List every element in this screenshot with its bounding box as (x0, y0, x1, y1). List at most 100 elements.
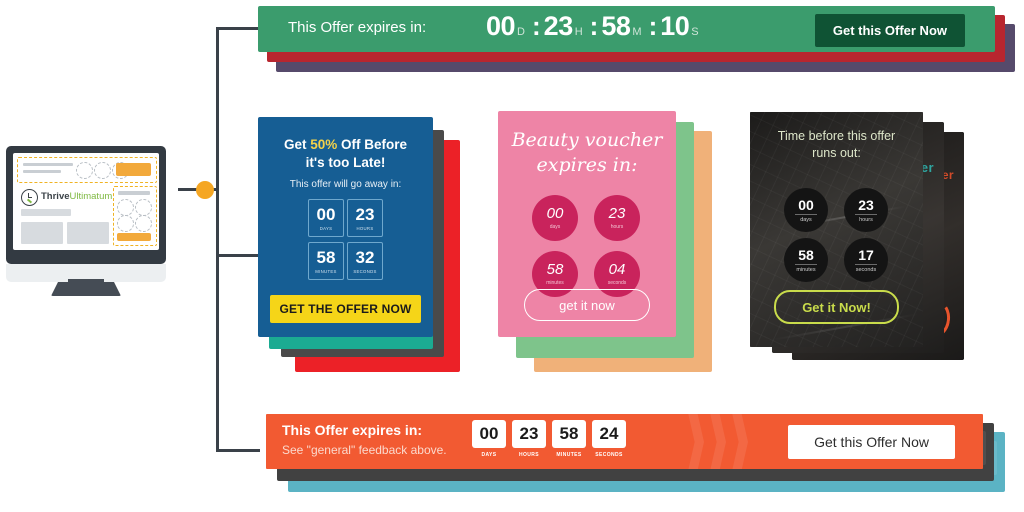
bottom-bar-label: This Offer expires in: (282, 422, 423, 438)
top-bar-notification[interactable]: This Offer expires in: 00 D : 23 H : 58 … (258, 6, 995, 52)
brand-label: ThriveUltimatum (41, 191, 112, 202)
headline-highlight: 50% (310, 137, 338, 152)
dark-card-timer: 00 days 23 hours 58 minutes 17 seconds (784, 188, 888, 282)
timer-value-days: 00 (798, 196, 814, 213)
timer-value-hours: 23 (355, 204, 375, 224)
skeleton-line (23, 170, 61, 173)
timer-value-hours: 23 (858, 196, 874, 213)
timer-cell-seconds: 24 SECONDS (592, 420, 626, 458)
timer-unit-hours: H (574, 26, 583, 38)
timer-unit-seconds: SECONDS (595, 452, 623, 458)
timer-separator: : (532, 11, 541, 41)
headline-line2: expires in: (536, 153, 638, 176)
timer-cell-days: 00 DAYS (308, 199, 344, 237)
timer-value-hours: 23 (512, 420, 546, 448)
headline-line2: it's too Late! (305, 155, 386, 171)
timer-cell-days: 00 days (532, 195, 578, 241)
blue-card-cta-button[interactable]: GET THE OFFER NOW (270, 295, 421, 323)
timer-cell-hours: 23 hours (594, 195, 640, 241)
timer-value-days: 00 (546, 205, 564, 222)
timer-unit-days: days (549, 224, 561, 230)
timer-cell-hours: 23 HOURS (512, 420, 546, 458)
timer-unit-hours: HOURS (356, 225, 374, 231)
monitor-illustration: ThriveUltimatum (6, 146, 166, 296)
timer-separator: : (648, 11, 658, 41)
timer-cell-minutes: 58 MINUTES (308, 242, 344, 280)
timer-value-days: 00 (472, 420, 506, 448)
skeleton-circle (135, 199, 152, 216)
brand-name: Thrive (41, 191, 70, 202)
timer-value-minutes: 58 (798, 246, 814, 263)
timer-unit-days: D (517, 26, 525, 38)
timer-unit-days: days (800, 216, 812, 223)
dark-card-cta-button[interactable]: Get it Now! (774, 290, 899, 324)
blue-card-headline: Get 50% Off Before it's too Late! (258, 136, 433, 172)
skeleton-button (117, 233, 151, 241)
timer-unit-minutes: M (632, 26, 642, 38)
chevron-right-icon (708, 414, 726, 469)
chevron-right-icon (730, 414, 748, 469)
timer-unit-hours: hours (859, 216, 873, 223)
top-bar-cta-button[interactable]: Get this Offer Now (814, 14, 965, 47)
skeleton-line (23, 163, 73, 166)
timer-cell-hours: 23 hours (844, 188, 888, 232)
timer-unit-seconds: seconds (607, 280, 627, 286)
timer-unit-days: DAYS (481, 452, 497, 458)
timer-separator: : (589, 11, 599, 41)
headline-line1: Time before this offer (777, 129, 896, 143)
blue-popup-card[interactable]: Get 50% Off Before it's too Late! This o… (258, 117, 433, 337)
pink-card-cta-button[interactable]: get it now (524, 289, 650, 321)
timer-value-minutes: 58 (546, 261, 564, 278)
timer-value-minutes: 58 (601, 11, 631, 41)
bracket-branch-top (216, 27, 260, 30)
hub-dot-icon (196, 181, 214, 199)
pink-popup-card[interactable]: Beauty voucher expires in: 00 days 23 ho… (498, 111, 676, 337)
monitor-screen: ThriveUltimatum (13, 153, 159, 250)
timer-unit-minutes: minutes (546, 280, 564, 286)
timer-unit-minutes: MINUTES (315, 268, 337, 274)
skeleton-block (67, 222, 109, 244)
divider (795, 263, 817, 265)
timer-value-days: 00 (486, 11, 516, 41)
timer-cell-days: 00 DAYS (472, 420, 506, 458)
timer-unit-hours: hours (610, 224, 624, 230)
diagram-canvas: ThriveUltimatum This Offer expires in: 0… (0, 0, 1024, 512)
timer-value-minutes: 58 (316, 247, 336, 267)
timer-unit-seconds: seconds (855, 266, 877, 273)
brand-suffix: Ultimatum (69, 191, 113, 202)
skeleton-button (116, 163, 151, 176)
timer-unit-seconds: S (691, 26, 699, 38)
timer-cell-minutes: 58 MINUTES (552, 420, 586, 458)
timer-unit-days: DAYS (319, 225, 333, 231)
divider (795, 213, 817, 215)
skeleton-block (21, 209, 71, 216)
bottom-bar-subtitle: See "general" feedback above. (282, 443, 447, 457)
timer-unit-hours: HOURS (518, 452, 540, 458)
dark-card-headline: Time before this offer runs out: (756, 128, 917, 162)
bottom-bar-timer: 00 DAYS 23 HOURS 58 MINUTES 24 SECONDS (472, 420, 626, 458)
bracket-branch-middle (216, 254, 260, 257)
chevron-right-icon (686, 414, 704, 469)
skeleton-block (21, 222, 63, 244)
skeleton-circle (117, 215, 134, 232)
skeleton-circle (94, 162, 111, 179)
timer-value-seconds: 10 (660, 11, 690, 41)
skeleton-circle (117, 199, 134, 216)
timer-value-seconds: 17 (858, 246, 874, 263)
timer-unit-minutes: MINUTES (556, 452, 582, 458)
dark-popup-card[interactable]: Time before this offer runs out: 00 days… (750, 112, 923, 347)
skeleton-line (118, 191, 150, 195)
monitor-foot (51, 282, 121, 296)
skeleton-circle (135, 215, 152, 232)
timer-cell-seconds: 32 SECONDS (347, 242, 383, 280)
pink-card-timer: 00 days 23 hours 58 minutes 04 seconds (532, 195, 640, 297)
timer-cell-days: 00 days (784, 188, 828, 232)
top-bar-label: This Offer expires in: (288, 19, 427, 36)
divider (855, 213, 877, 215)
pink-card-headline: Beauty voucher expires in: (498, 128, 676, 177)
timer-value-days: 00 (316, 204, 336, 224)
timer-value-seconds: 24 (592, 420, 626, 448)
bracket-branch-bottom (216, 449, 260, 452)
bottom-bar-cta-button[interactable]: Get this Offer Now (788, 425, 955, 459)
bottom-bar-notification[interactable]: This Offer expires in: See "general" fee… (266, 414, 983, 469)
